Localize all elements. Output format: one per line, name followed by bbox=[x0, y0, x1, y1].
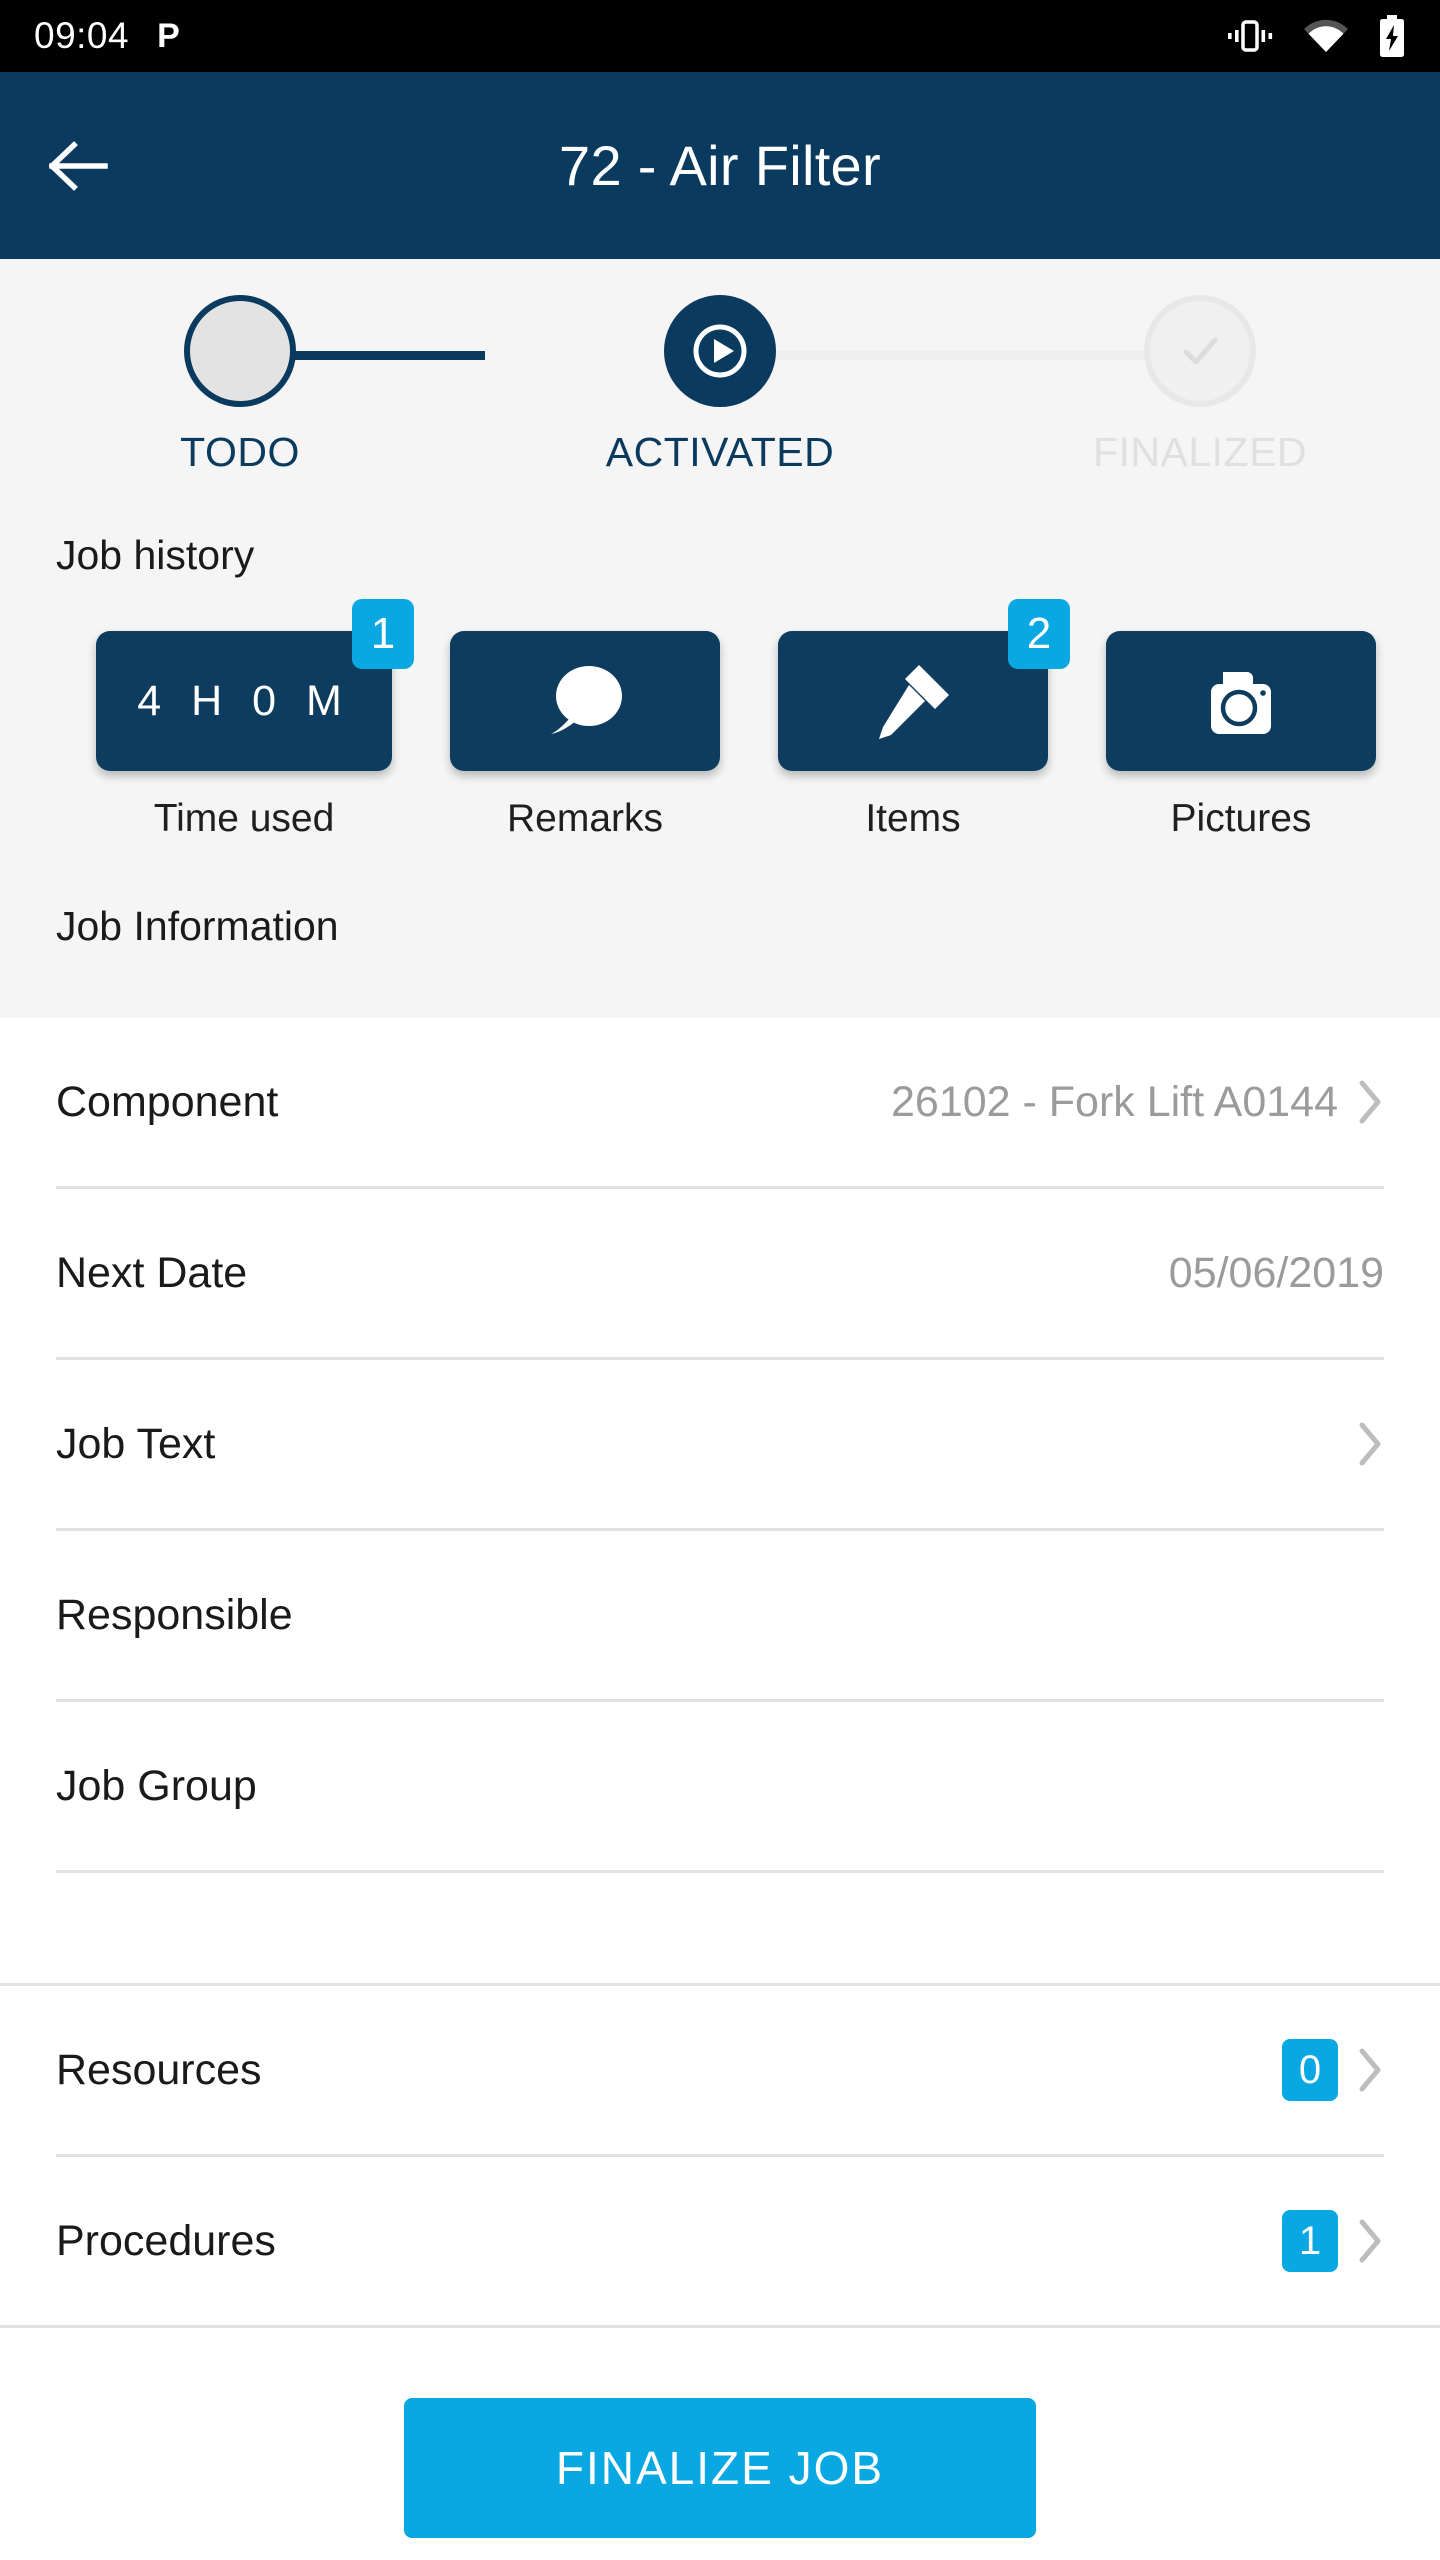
section-spacer bbox=[0, 1873, 1440, 1983]
wifi-icon bbox=[1302, 16, 1350, 56]
items-badge: 2 bbox=[1008, 599, 1070, 669]
status-bar-notification-icons: P bbox=[157, 19, 180, 53]
stepper-step-finalized[interactable]: FINALIZED bbox=[960, 295, 1440, 476]
hammer-icon bbox=[867, 655, 959, 747]
page-title: 72 - Air Filter bbox=[559, 134, 881, 197]
job-information-heading: Job Information bbox=[56, 903, 339, 949]
job-history-tile-remarks: Remarks bbox=[450, 631, 720, 841]
job-history-tile-time-used: 4 H 0 M 1 Time used bbox=[96, 599, 414, 841]
time-used-value: 4 H 0 M bbox=[137, 676, 351, 725]
row-component-value: 26102 - Fork Lift A0144 bbox=[890, 1077, 1338, 1126]
job-information-list: Component 26102 - Fork Lift A0144 Next D… bbox=[0, 1018, 1440, 2328]
job-history-heading: Job history bbox=[56, 532, 255, 578]
battery-charging-icon bbox=[1378, 15, 1406, 57]
app-bar: 72 - Air Filter bbox=[0, 72, 1440, 259]
chevron-right-icon bbox=[1358, 2218, 1384, 2264]
row-next-date-label: Next Date bbox=[56, 1248, 248, 1297]
finalize-job-button[interactable]: FINALIZE JOB bbox=[404, 2398, 1036, 2538]
stepper-connector-inactive bbox=[725, 351, 1165, 360]
remarks-button[interactable] bbox=[450, 631, 720, 771]
job-history-tile-items: 2 Items bbox=[778, 599, 1070, 841]
stepper-step-activated[interactable]: ACTIVATED bbox=[480, 295, 960, 476]
app-screen: 09:04 P 72 - Air Filter TODO ACTIVATED F… bbox=[0, 0, 1440, 2560]
row-job-text-label: Job Text bbox=[56, 1419, 216, 1468]
row-responsible-label: Responsible bbox=[56, 1590, 293, 1639]
row-resources-label: Resources bbox=[56, 2045, 262, 2094]
stepper-label-finalized: FINALIZED bbox=[1092, 429, 1308, 475]
row-component[interactable]: Component 26102 - Fork Lift A0144 bbox=[0, 1018, 1440, 1186]
row-responsible[interactable]: Responsible bbox=[0, 1531, 1440, 1699]
pictures-label: Pictures bbox=[1170, 797, 1312, 840]
chevron-right-icon bbox=[1358, 1421, 1384, 1467]
pictures-button[interactable] bbox=[1106, 631, 1376, 771]
stepper-step-todo[interactable]: TODO bbox=[0, 295, 480, 476]
time-used-button[interactable]: 4 H 0 M 1 bbox=[96, 599, 414, 771]
vibrate-icon bbox=[1226, 16, 1274, 56]
parking-app-icon: P bbox=[157, 17, 180, 55]
job-history-tiles: 4 H 0 M 1 Time used Remarks 2 Items Pict… bbox=[0, 599, 1440, 841]
procedures-count-badge: 1 bbox=[1282, 2210, 1338, 2272]
row-procedures-label: Procedures bbox=[56, 2216, 276, 2265]
check-icon bbox=[1144, 295, 1256, 407]
row-job-group[interactable]: Job Group bbox=[0, 1702, 1440, 1870]
row-job-group-label: Job Group bbox=[56, 1761, 257, 1810]
empty-circle-icon bbox=[184, 295, 296, 407]
play-icon bbox=[664, 295, 776, 407]
arrow-left-icon bbox=[49, 140, 109, 191]
row-procedures[interactable]: Procedures 1 bbox=[0, 2157, 1440, 2325]
job-status-stepper: TODO ACTIVATED FINALIZED bbox=[0, 259, 1440, 476]
row-next-date-value: 05/06/2019 bbox=[1168, 1248, 1384, 1297]
resources-count-badge: 0 bbox=[1282, 2039, 1338, 2101]
row-component-label: Component bbox=[56, 1077, 279, 1126]
status-bar-system-icons bbox=[1226, 15, 1406, 57]
chevron-right-icon bbox=[1358, 2047, 1384, 2093]
camera-icon bbox=[1193, 660, 1289, 742]
bottom-action-bar: FINALIZE JOB bbox=[0, 2328, 1440, 2538]
status-bar-clock: 09:04 bbox=[34, 15, 130, 56]
status-bar: 09:04 P bbox=[0, 0, 1440, 72]
grey-section: TODO ACTIVATED FINALIZED Job history 4 H… bbox=[0, 259, 1440, 1018]
speech-bubble-icon bbox=[537, 658, 633, 744]
stepper-label-todo: TODO bbox=[180, 429, 300, 475]
stepper-label-activated: ACTIVATED bbox=[605, 429, 835, 475]
time-used-badge: 1 bbox=[352, 599, 414, 669]
row-job-text[interactable]: Job Text bbox=[0, 1360, 1440, 1528]
items-label: Items bbox=[865, 797, 961, 840]
job-history-tile-pictures: Pictures bbox=[1106, 631, 1376, 841]
row-resources[interactable]: Resources 0 bbox=[0, 1986, 1440, 2154]
row-next-date[interactable]: Next Date 05/06/2019 bbox=[0, 1189, 1440, 1357]
back-button[interactable] bbox=[42, 129, 116, 203]
remarks-label: Remarks bbox=[506, 797, 664, 840]
items-button[interactable]: 2 bbox=[778, 599, 1070, 771]
chevron-right-icon bbox=[1358, 1079, 1384, 1125]
time-used-label: Time used bbox=[153, 797, 335, 840]
